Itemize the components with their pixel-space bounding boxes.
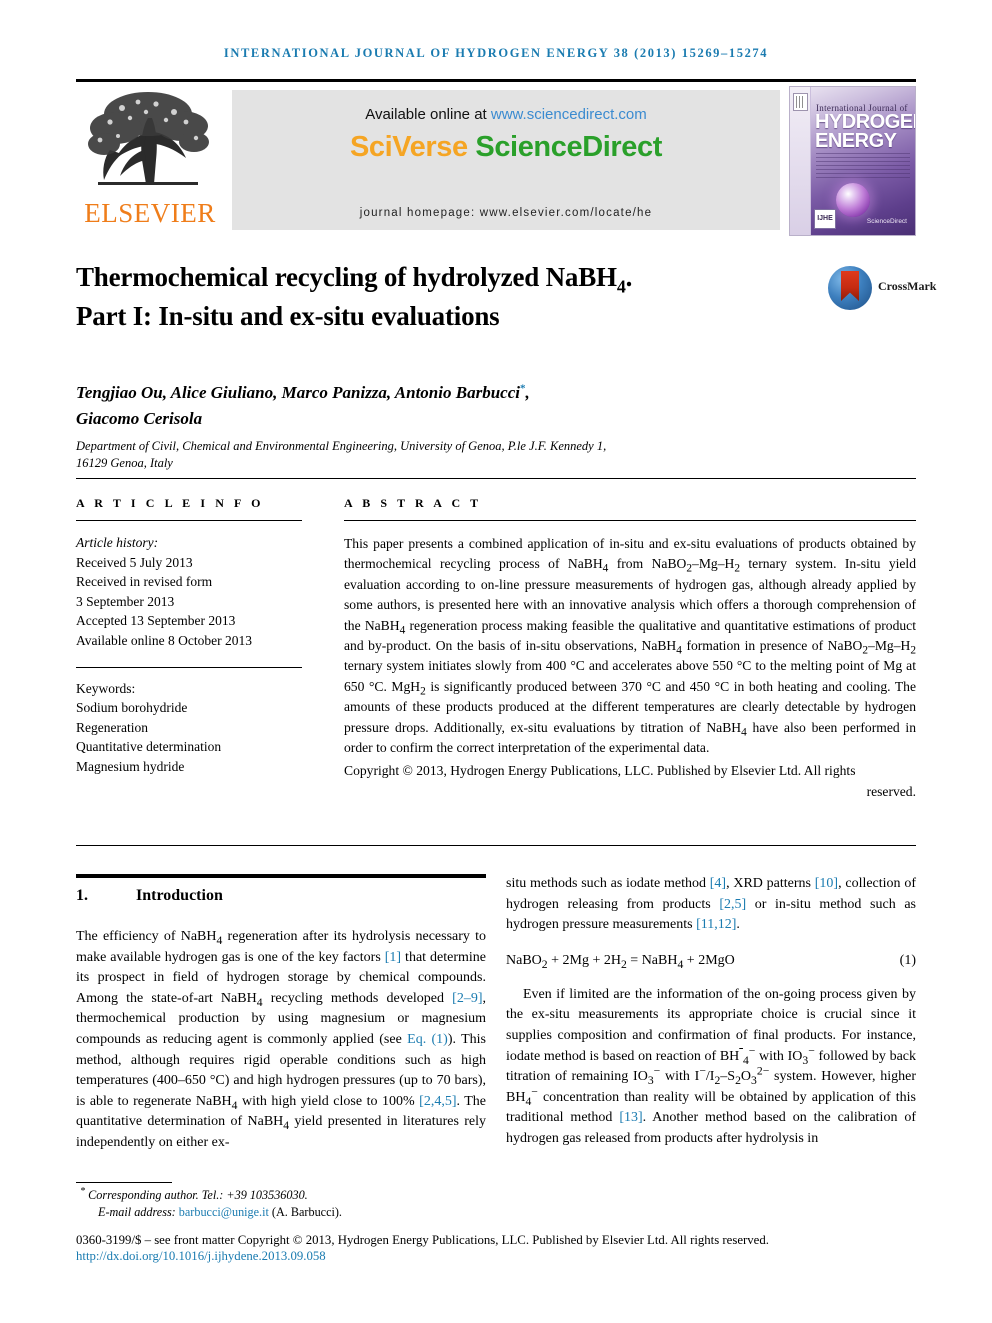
affiliation-line-2: 16129 Genoa, Italy: [76, 456, 173, 470]
equation-1: NaBO2 + 2Mg + 2H2 = NaBH4 + 2MgO (1): [506, 952, 916, 971]
equation-body: NaBO2 + 2Mg + 2H2 = NaBH4 + 2MgO: [506, 952, 735, 971]
email-link[interactable]: barbucci@unige.it: [179, 1205, 269, 1219]
cover-elsevier-mark-icon: [793, 93, 808, 111]
section-heading-rule: [76, 874, 486, 878]
page-title: Thermochemical recycling of hydrolyzed N…: [76, 258, 806, 336]
abstract-text: This paper presents a combined applicati…: [344, 536, 916, 756]
keywords-rule: [76, 666, 302, 668]
journal-cover-thumbnail: International Journal of HYDROGEN ENERGY…: [789, 86, 916, 236]
body-column-right: situ methods such as iodate method [4], …: [506, 874, 916, 1150]
title-line-2: Part I: In-situ and ex-situ evaluations: [76, 301, 500, 331]
abstract-heading: A B S T R A C T: [344, 496, 482, 510]
paragraph: situ methods such as iodate method [4], …: [506, 876, 916, 933]
cover-sciencedirect-mark: ScienceDirect: [866, 218, 907, 225]
keyword-item: Regeneration: [76, 719, 148, 735]
elsevier-wordmark: ELSEVIER: [84, 198, 216, 228]
crossmark-circle-icon: [828, 266, 872, 310]
paragraph: Even if limited are the information of t…: [506, 986, 917, 1146]
running-head: INTERNATIONAL JOURNAL OF HYDROGEN ENERGY…: [223, 46, 769, 60]
abstract-copyright: Copyright © 2013, Hydrogen Energy Public…: [344, 763, 916, 799]
intro-paragraph-right-1: situ methods such as iodate method [4], …: [506, 874, 916, 936]
cover-title-line-2: ENERGY: [815, 130, 897, 152]
available-online-prefix: Available online at: [365, 106, 491, 123]
doi-link[interactable]: http://dx.doi.org/10.1016/j.ijhydene.201…: [76, 1249, 326, 1264]
equation-number: (1): [899, 952, 916, 968]
keywords-block: Keywords: Sodium borohydride Regeneratio…: [76, 679, 302, 777]
authors-line-1-end: ,: [525, 383, 530, 402]
corresponding-author-text: Corresponding author. Tel.: +39 10353603…: [88, 1188, 308, 1202]
cover-sphere-graphic: [836, 183, 870, 217]
crossmark-ribbon-icon: [841, 271, 859, 301]
article-history: Article history: Received 5 July 2013 Re…: [76, 533, 302, 651]
email-note: E-mail address: barbucci@unige.it (A. Ba…: [76, 1204, 916, 1221]
section-number: 1.: [76, 887, 88, 904]
section-heading-introduction: 1. Introduction: [76, 887, 486, 905]
cover-title: HYDROGEN ENERGY: [815, 112, 915, 152]
divider-above-body: [76, 845, 916, 846]
keyword-item: Magnesium hydride: [76, 758, 185, 774]
title-subscript: 4: [616, 276, 626, 297]
keyword-item: Quantitative determination: [76, 739, 222, 755]
sciencedirect-banner: Available online at www.sciencedirect.co…: [232, 90, 780, 230]
title-line-1-end: .: [625, 262, 633, 292]
journal-article-page: INTERNATIONAL JOURNAL OF HYDROGEN ENERGY…: [0, 0, 992, 1323]
paragraph: The efficiency of NaBH4 regeneration aft…: [76, 929, 487, 1150]
article-history-label: Article history:: [76, 535, 159, 550]
title-line-1: Thermochemical recycling of hydrolyzed N…: [76, 262, 617, 292]
sciencedirect-word: ScienceDirect: [467, 131, 663, 163]
article-history-item: Received in revised form: [76, 574, 213, 590]
author-list: Tengjiao Ou, Alice Giuliano, Marco Paniz…: [76, 380, 836, 432]
journal-homepage-text[interactable]: journal homepage: www.elsevier.com/locat…: [232, 207, 780, 219]
abstract-rule: [344, 520, 916, 521]
corresponding-author-star: *: [80, 1185, 86, 1197]
available-online-text: Available online at www.sciencedirect.co…: [232, 106, 780, 123]
sciverse-sciencedirect-logo: SciVerse ScienceDirect: [232, 131, 780, 164]
intro-paragraph-left: The efficiency of NaBH4 regeneration aft…: [76, 927, 486, 1154]
keyword-item: Sodium borohydride: [76, 700, 188, 716]
issn-copyright-line: 0360-3199/$ – see front matter Copyright…: [76, 1233, 769, 1247]
divider-above-info: [76, 478, 916, 479]
sciencedirect-url[interactable]: www.sciencedirect.com: [491, 106, 647, 123]
email-label: E-mail address:: [98, 1205, 179, 1219]
article-history-item: 3 September 2013: [76, 593, 175, 609]
article-history-item: Received 5 July 2013: [76, 554, 193, 570]
header-rule: [76, 79, 916, 82]
footnote-block: * Corresponding author. Tel.: +39 103536…: [76, 1185, 916, 1221]
cover-editors-block: [816, 153, 910, 179]
affiliation: Department of Civil, Chemical and Enviro…: [76, 438, 796, 472]
keywords-label: Keywords:: [76, 680, 136, 696]
crossmark-label: CrossMark: [878, 279, 937, 293]
authors-line-1: Tengjiao Ou, Alice Giuliano, Marco Paniz…: [76, 383, 520, 402]
footnote-rule: [76, 1182, 172, 1183]
masthead: ELSEVIER Available online at www.science…: [76, 86, 916, 236]
affiliation-line-1: Department of Civil, Chemical and Enviro…: [76, 439, 607, 453]
cover-ijhe-badge: IJHE: [814, 209, 836, 229]
authors-line-2: Giacomo Cerisola: [76, 409, 203, 428]
elsevier-tree-icon: [88, 92, 209, 185]
article-history-item: Available online 8 October 2013: [76, 632, 252, 648]
crossmark-badge[interactable]: CrossMark: [828, 266, 936, 312]
elsevier-logo: ELSEVIER: [76, 86, 226, 236]
article-info-heading: A R T I C L E I N F O: [76, 496, 265, 510]
intro-paragraph-right-2: Even if limited are the information of t…: [506, 985, 916, 1150]
email-suffix: (A. Barbucci).: [268, 1205, 342, 1219]
article-history-item: Accepted 13 September 2013: [76, 613, 236, 629]
abstract-section: A B S T R A C T This paper presents a co…: [344, 496, 916, 802]
article-info-section: A R T I C L E I N F O Article history: R…: [76, 496, 302, 777]
article-info-rule: [76, 520, 302, 521]
body-column-left: 1. Introduction The efficiency of NaBH4 r…: [76, 874, 486, 1154]
corresponding-author-note: * Corresponding author. Tel.: +39 103536…: [76, 1185, 916, 1204]
section-title: Introduction: [136, 887, 223, 904]
sciverse-word: SciVerse: [349, 131, 468, 163]
